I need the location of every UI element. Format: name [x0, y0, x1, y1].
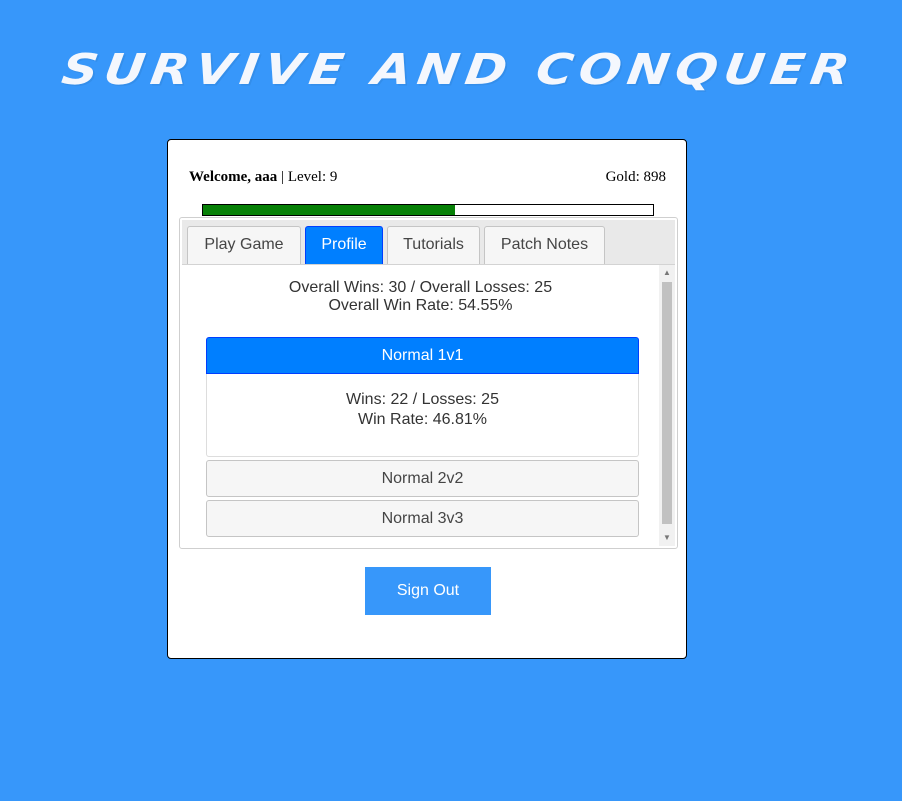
- scrollbar-thumb[interactable]: [662, 282, 672, 524]
- profile-tab-content: Overall Wins: 30 / Overall Losses: 25 Ov…: [182, 265, 675, 546]
- overall-stats: Overall Wins: 30 / Overall Losses: 25 Ov…: [182, 279, 659, 315]
- accordion-panel-normal-1v1: Wins: 22 / Losses: 25 Win Rate: 46.81%: [206, 374, 639, 457]
- xp-progress-fill: [203, 205, 455, 215]
- player-info: Welcome, aaa | Level: 9: [189, 169, 337, 186]
- accordion-normal-2v2[interactable]: Normal 2v2: [206, 460, 639, 497]
- welcome-label: Welcome, aaa: [189, 169, 278, 185]
- tab-profile[interactable]: Profile: [305, 226, 383, 264]
- tab-patch-notes[interactable]: Patch Notes: [484, 226, 605, 264]
- gold-label: Gold: 898: [605, 169, 666, 185]
- accordion-normal-3v3[interactable]: Normal 3v3: [206, 500, 639, 537]
- tab-bar: Play Game Profile Tutorials Patch Notes: [182, 220, 675, 265]
- sign-out-button[interactable]: Sign Out: [365, 567, 491, 615]
- mode-win-rate: Win Rate: 46.81%: [358, 411, 487, 428]
- tab-tutorials[interactable]: Tutorials: [387, 226, 480, 264]
- overall-win-rate: Overall Win Rate: 54.55%: [328, 297, 513, 314]
- accordion-normal-1v1[interactable]: Normal 1v1: [206, 337, 639, 374]
- xp-progress-bar: [202, 204, 654, 216]
- separator: |: [277, 169, 288, 185]
- scroll-up-arrow-icon[interactable]: ▲: [659, 265, 675, 281]
- scrollbar[interactable]: ▲ ▼: [659, 265, 675, 546]
- main-panel: Welcome, aaa | Level: 9 Gold: 898 Play G…: [167, 139, 687, 659]
- overall-record: Overall Wins: 30 / Overall Losses: 25: [288, 279, 553, 296]
- scroll-down-arrow-icon[interactable]: ▼: [659, 530, 675, 546]
- level-label: Level: 9: [287, 169, 338, 185]
- mode-record: Wins: 22 / Losses: 25: [346, 391, 499, 408]
- tab-play-game[interactable]: Play Game: [187, 226, 301, 264]
- game-title: SURVIVE AND CONQUER: [58, 44, 859, 94]
- tabs-container: Play Game Profile Tutorials Patch Notes …: [179, 217, 678, 549]
